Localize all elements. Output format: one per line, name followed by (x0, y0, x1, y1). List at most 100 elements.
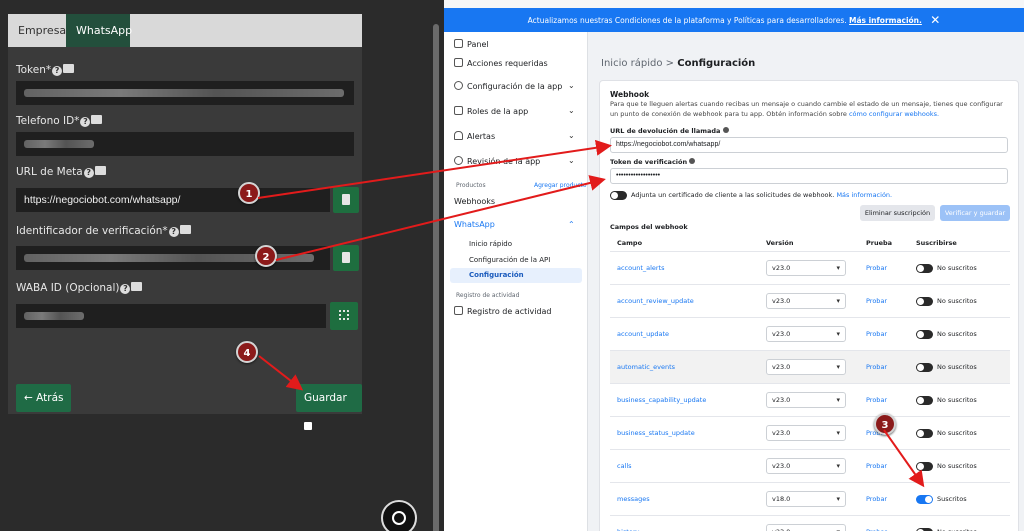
help-icon[interactable]: ? (80, 117, 91, 127)
field-name-link[interactable]: messages (617, 495, 650, 503)
telefono-input[interactable] (16, 132, 354, 156)
verif-input[interactable] (16, 246, 330, 270)
tab-whatsapp[interactable]: WhatsApp (66, 14, 132, 47)
url-meta-input[interactable]: https://negociobot.com/whatsapp/ (16, 188, 330, 212)
verify-token-input[interactable]: •••••••••••••••••• (610, 168, 1008, 184)
verify-token-label: Token de verificación (610, 158, 696, 166)
field-name-link[interactable]: account_review_update (617, 297, 694, 305)
version-select[interactable]: v23.0 (766, 326, 846, 342)
subscribe-toggle[interactable] (916, 495, 933, 504)
version-select[interactable]: v18.0 (766, 491, 846, 507)
test-link[interactable]: Probar (866, 462, 887, 470)
sidebar-item-config-app[interactable]: Configuración de la app ⌄ (454, 81, 575, 91)
image-icon[interactable] (94, 166, 106, 175)
verify-save-button[interactable]: Verificar y guardar (940, 205, 1010, 221)
test-link[interactable]: Probar (866, 495, 887, 503)
sidebar-item-revision[interactable]: Revisión de la app ⌄ (454, 156, 575, 166)
save-button[interactable]: Guardar (296, 384, 362, 430)
waba-input[interactable] (16, 304, 326, 328)
table-row: account_alerts v23.0 Probar No suscritos (610, 251, 1010, 284)
image-icon[interactable] (91, 115, 103, 124)
sidebar-item-webhooks[interactable]: Webhooks (454, 197, 495, 206)
version-select[interactable]: v23.0 (766, 359, 846, 375)
whatsapp-float-button[interactable] (381, 500, 417, 531)
back-button[interactable]: ← Atrás (16, 384, 72, 412)
info-icon[interactable] (722, 127, 729, 133)
subscribe-toggle[interactable] (916, 396, 933, 405)
test-link[interactable]: Probar (866, 363, 887, 371)
subscribe-toggle[interactable] (916, 462, 933, 471)
webhook-docs-link[interactable]: cómo configurar webhooks. (849, 110, 939, 118)
add-product-link[interactable]: Agregar producto (534, 182, 587, 189)
copy-verif-button[interactable] (333, 245, 359, 271)
version-select[interactable]: v23.0 (766, 458, 846, 474)
help-icon[interactable]: ? (83, 168, 94, 178)
image-icon[interactable] (131, 282, 143, 291)
image-icon[interactable] (179, 225, 191, 234)
version-select[interactable]: v23.0 (766, 425, 846, 441)
help-icon[interactable]: ? (120, 284, 131, 294)
client-cert-text: Adjunta un certificado de cliente a las … (631, 191, 893, 199)
sidebar-sub-configuracion[interactable]: Configuración (450, 268, 582, 283)
waba-label: WABA ID (Opcional)? (16, 282, 143, 294)
annotation-marker-1: 1 (238, 182, 260, 204)
field-name-link[interactable]: business_capability_update (617, 396, 706, 404)
sidebar-item-whatsapp[interactable]: WhatsApp ⌃ (454, 220, 575, 229)
remove-subscription-button[interactable]: Eliminar suscripción (860, 205, 935, 221)
test-link[interactable]: Probar (866, 264, 887, 272)
help-icon[interactable]: ? (52, 66, 63, 76)
subscribe-toggle[interactable] (916, 297, 933, 306)
version-select[interactable]: v23.0 (766, 524, 846, 531)
subscribe-toggle[interactable] (916, 363, 933, 372)
version-select[interactable]: v23.0 (766, 392, 846, 408)
client-cert-toggle[interactable] (610, 191, 627, 200)
chevron-down-icon: ⌄ (568, 131, 575, 140)
banner-text: Actualizamos nuestras Condiciones de la … (527, 16, 847, 25)
chevron-down-icon: ⌄ (568, 106, 575, 115)
waba-tree-button[interactable] (330, 302, 358, 330)
table-row: automatic_events v23.0 Probar No suscritos (610, 350, 1010, 383)
subscribe-toggle[interactable] (916, 330, 933, 339)
chevron-down-icon: ⌄ (568, 156, 575, 165)
field-name-link[interactable]: automatic_events (617, 363, 675, 371)
callback-url-input[interactable]: https://negociobot.com/whatsapp/ (610, 137, 1008, 153)
window-scrollbar[interactable] (430, 0, 444, 531)
field-name-link[interactable]: calls (617, 462, 632, 470)
table-row: business_status_updatev23.0ProbarNo susc… (610, 416, 1010, 449)
test-link[interactable]: Probar (866, 330, 887, 338)
telefono-label: Telefono ID*? (16, 115, 103, 127)
close-icon[interactable]: ✕ (930, 13, 940, 27)
token-label: Token*? (16, 64, 75, 76)
subscribe-toggle[interactable] (916, 264, 933, 273)
sidebar-item-activity[interactable]: Registro de actividad (454, 306, 552, 316)
scrollbar-thumb[interactable] (433, 24, 439, 531)
token-input[interactable] (16, 81, 354, 105)
col-header-prueba: Prueba (866, 239, 893, 247)
cert-more-info-link[interactable]: Más información. (836, 191, 892, 199)
sidebar-sub-inicio[interactable]: Inicio rápido (469, 240, 512, 248)
copy-url-button[interactable] (333, 187, 359, 213)
sidebar-item-alertas[interactable]: Alertas ⌄ (454, 131, 575, 141)
subscribe-status: No suscritos (937, 330, 977, 338)
list-icon (454, 58, 463, 67)
table-row: historyv23.0ProbarNo suscritos (610, 515, 1010, 531)
field-name-link[interactable]: business_status_update (617, 429, 695, 437)
version-select[interactable]: v23.0 (766, 293, 846, 309)
field-name-link[interactable]: account_alerts (617, 264, 665, 272)
sidebar-item-acciones[interactable]: Acciones requeridas (454, 58, 548, 68)
field-name-link[interactable]: account_update (617, 330, 669, 338)
image-icon[interactable] (63, 64, 75, 73)
subscribe-toggle[interactable] (916, 429, 933, 438)
version-select[interactable]: v23.0 (766, 260, 846, 276)
sidebar-item-panel[interactable]: Panel (454, 39, 489, 49)
sidebar-item-roles[interactable]: Roles de la app ⌄ (454, 106, 575, 116)
breadcrumb-parent[interactable]: Inicio rápido (601, 58, 662, 69)
sidebar-sub-config-api[interactable]: Configuración de la API (469, 256, 550, 264)
test-link[interactable]: Probar (866, 297, 887, 305)
banner-link[interactable]: Más información. (849, 16, 922, 25)
help-icon[interactable]: ? (168, 227, 179, 237)
whatsapp-icon (392, 511, 406, 525)
info-icon[interactable] (689, 158, 696, 164)
test-link[interactable]: Probar (866, 396, 887, 404)
webhook-description: Para que te lleguen alertas cuando recib… (610, 100, 1003, 118)
